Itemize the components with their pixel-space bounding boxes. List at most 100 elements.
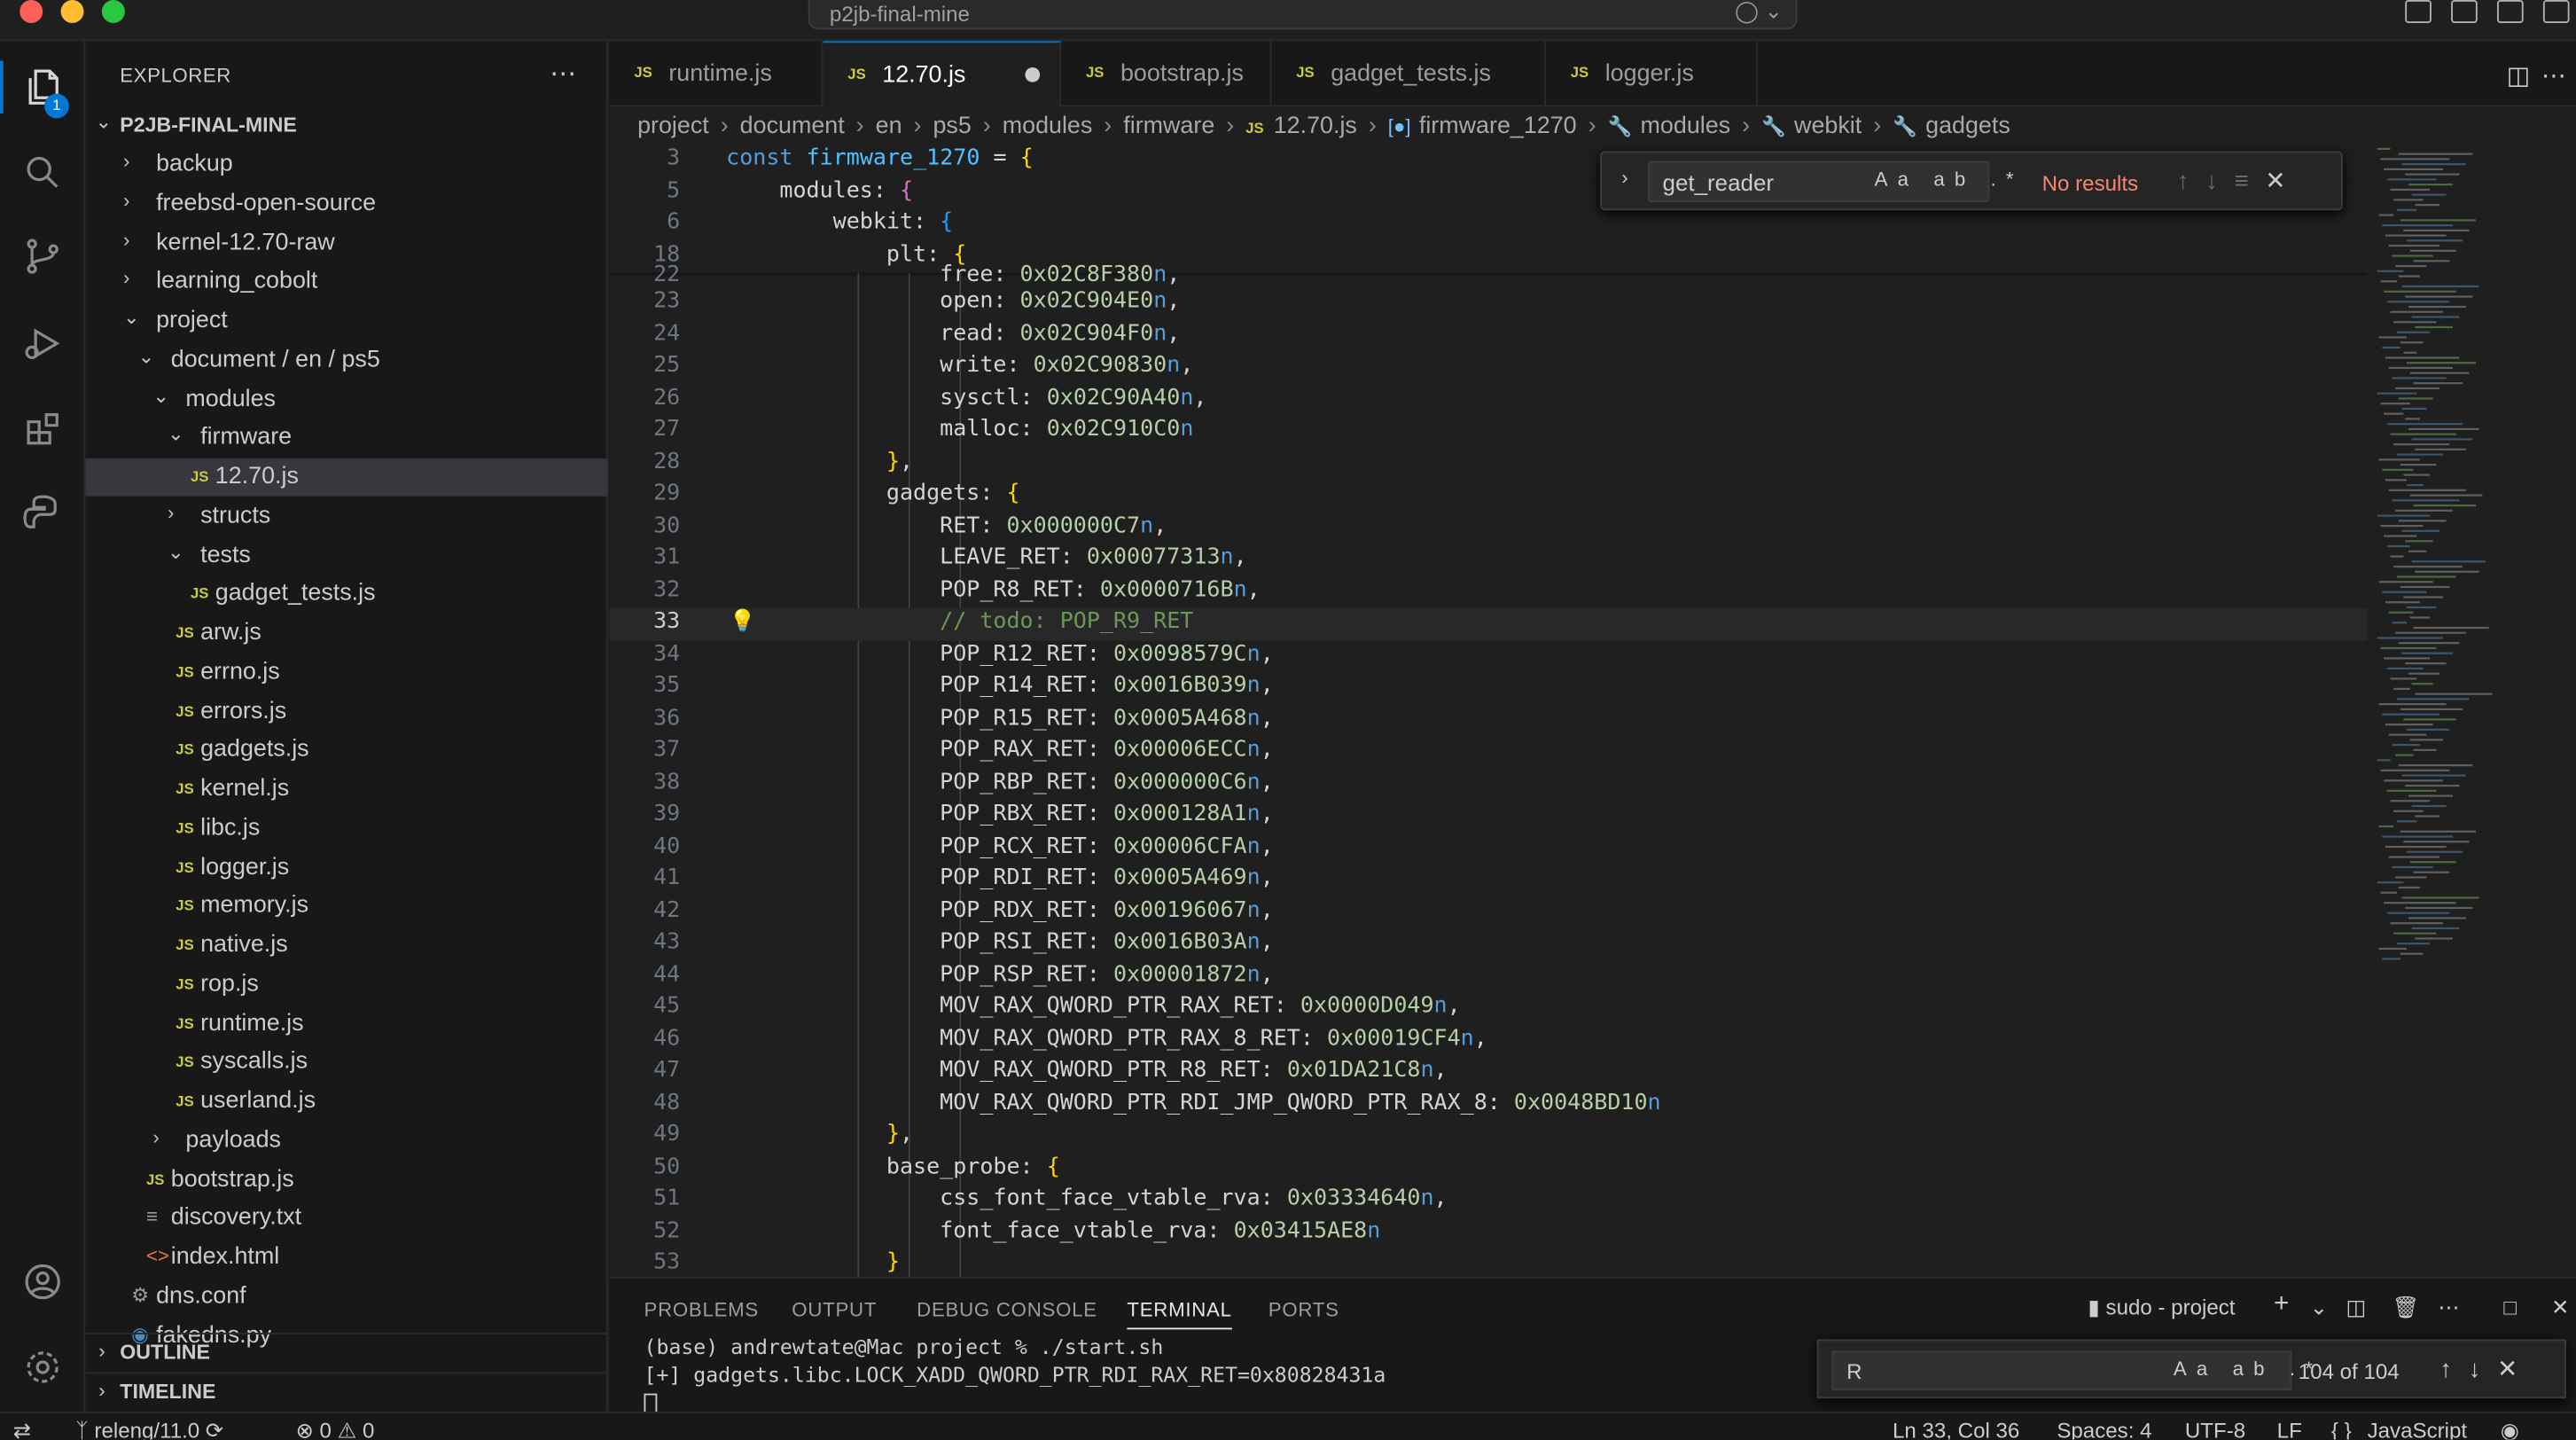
branch-indicator[interactable]: ᛉ releng/11.0 ⟳ [75,1418,223,1439]
file-item[interactable]: JS libc.js [85,810,607,848]
code-line[interactable]: 47 MOV_RAX_QWORD_PTR_R8_RET: 0x01DA21C8n… [610,1057,2368,1089]
file-item[interactable]: JS logger.js [85,849,607,887]
copilot-icon[interactable]: ◉ [2501,1418,2519,1439]
code-line[interactable]: 35 POP_R14_RET: 0x0016B039n, [610,672,2368,704]
minimap[interactable] [2367,145,2576,1278]
panel-tab-problems[interactable]: PROBLEMS [644,1298,759,1321]
breadcrumb-item[interactable]: en [876,113,902,140]
file-item[interactable]: JS gadgets.js [85,732,607,770]
file-item[interactable]: JS bootstrap.js [85,1161,607,1199]
toggle-panel-icon[interactable] [2497,0,2524,23]
file-item[interactable]: JS userland.js [85,1083,607,1121]
file-item[interactable]: JS arw.js [85,614,607,653]
previous-match-icon[interactable]: ↑ [2177,168,2205,196]
folder-item[interactable]: ⌄ project [85,302,607,340]
run-debug-activity-button[interactable] [0,304,85,383]
code-line[interactable]: 29 gadgets: { [610,480,2368,512]
file-item[interactable]: ≡ discovery.txt [85,1200,607,1238]
zoom-window-button[interactable] [101,0,125,23]
code-line[interactable]: 24 read: 0x02C904F0n, [610,319,2368,351]
new-terminal-icon[interactable]: + [2274,1290,2289,1319]
close-panel-icon[interactable]: ✕ [2551,1295,2569,1321]
close-window-button[interactable] [20,0,43,23]
indentation[interactable]: Spaces: 4 [2057,1418,2151,1439]
panel-tab-debug-console[interactable]: DEBUG CONSOLE [917,1298,1097,1321]
file-item[interactable]: JS runtime.js [85,1005,607,1043]
chevron-down-icon[interactable]: ⌄ [2310,1295,2328,1321]
tab-bootstrap-js[interactable]: JS bootstrap.js [1061,41,1272,107]
breadcrumb-item[interactable]: document [740,113,845,140]
python-activity-button[interactable] [0,473,85,552]
find-options[interactable]: Aa ab .* [1875,168,2024,191]
code-line[interactable]: 44 POP_RSP_RET: 0x00001872n, [610,960,2368,992]
breadcrumb-item[interactable]: 🔧 modules [1608,113,1731,140]
sticky-scroll-line[interactable]: 6 webkit: { [609,208,2368,241]
code-line[interactable]: 53 } [610,1249,2368,1278]
timeline-section[interactable]: › TIMELINE [85,1372,608,1412]
tab-12-70-js[interactable]: JS 12.70.js [823,41,1062,107]
source-control-activity-button[interactable] [0,217,85,296]
language-mode[interactable]: JavaScript [2368,1418,2468,1439]
toggle-primary-sidebar-icon[interactable] [2451,0,2478,23]
extensions-activity-button[interactable] [0,389,85,468]
trash-icon[interactable]: 🗑 [2392,1295,2419,1321]
code-line[interactable]: 27 malloc: 0x02C910C0n [610,416,2368,448]
cursor-position[interactable]: Ln 33, Col 36 [1893,1418,2019,1439]
maximize-panel-icon[interactable]: □ [2503,1295,2517,1319]
code-line[interactable]: 45 MOV_RAX_QWORD_PTR_RAX_RET: 0x0000D049… [610,992,2368,1024]
outline-section[interactable]: › OUTLINE [85,1333,608,1372]
code-line[interactable]: 36 POP_R15_RET: 0x0005A468n, [610,704,2368,736]
command-center[interactable]: p2jb-final-mine ◯ ⌄ [808,0,1798,30]
more-actions-icon[interactable]: ⋯ [550,58,576,90]
close-icon[interactable]: ✕ [2265,168,2302,196]
toggle-replace-icon[interactable]: › [1621,166,1628,189]
toggle-secondary-sidebar-icon[interactable] [2542,0,2570,23]
breadcrumb-item[interactable]: modules [1003,113,1093,140]
encoding[interactable]: UTF-8 [2185,1418,2245,1439]
tab-gadget_tests-js[interactable]: JS gadget_tests.js [1271,41,1546,107]
breadcrumb-item[interactable]: ps5 [933,113,971,140]
terminal-selector[interactable]: ▮ sudo - project [2088,1295,2236,1321]
problems-indicator[interactable]: ⊗ 0 ⚠ 0 [296,1418,375,1439]
tab-logger-js[interactable]: JS logger.js [1546,41,1759,107]
more-actions-icon[interactable]: ⋯ [2438,1295,2459,1321]
search-activity-button[interactable] [0,133,85,212]
breadcrumb-item[interactable]: project [637,113,709,140]
unsaved-dot-icon[interactable] [1025,67,1041,82]
code-line[interactable]: 40 POP_RCX_RET: 0x00006CFAn, [610,833,2368,865]
code-editor[interactable]: 3 const firmware_1270 = {5 modules: {6 we… [609,145,2576,1278]
lightbulb-icon[interactable]: 💡 [730,610,756,635]
folder-item[interactable]: ⌄ firmware [85,419,607,458]
file-item[interactable]: JS native.js [85,927,607,965]
code-line[interactable]: 37 POP_RAX_RET: 0x00006ECCn, [610,736,2368,768]
split-editor-icon[interactable]: ◫ [2507,61,2530,90]
code-line[interactable]: 30 RET: 0x000000C7n, [610,512,2368,544]
code-line[interactable]: 43 POP_RSI_RET: 0x0016B03An, [610,928,2368,960]
file-item[interactable]: <> index.html [85,1239,607,1277]
minimize-window-button[interactable] [60,0,84,23]
code-line[interactable]: 52 font_face_vtable_rva: 0x03415AE8n [610,1217,2368,1248]
accounts-activity-button[interactable] [0,1242,85,1321]
code-line[interactable]: 41 POP_RDI_RET: 0x0005A469n, [610,865,2368,896]
end-of-line[interactable]: LF [2277,1418,2302,1439]
folder-item[interactable]: ⌄ document / en / ps5 [85,341,607,380]
code-line[interactable]: 51 css_font_face_vtable_rva: 0x03334640n… [610,1185,2368,1217]
tab-runtime-js[interactable]: JS runtime.js [610,41,824,107]
breadcrumb-item[interactable]: JS 12.70.js [1245,113,1357,140]
folder-item[interactable]: › kernel-12.70-raw [85,224,607,262]
folder-item[interactable]: › freebsd-open-source [85,185,607,223]
code-line[interactable]: 39 POP_RBX_RET: 0x000128A1n, [610,801,2368,833]
file-item[interactable]: JS errors.js [85,693,607,731]
close-icon[interactable]: ✕ [2497,1356,2534,1384]
folder-item[interactable]: › structs [85,497,607,536]
folder-item[interactable]: ⌄ tests [85,536,607,575]
explorer-activity-button[interactable]: 1 [0,48,85,127]
file-item[interactable]: JS syscalls.js [85,1044,607,1082]
code-line[interactable]: 46 MOV_RAX_QWORD_PTR_RAX_8_RET: 0x00019C… [610,1025,2368,1057]
next-match-icon[interactable]: ↓ [2205,168,2234,196]
customize-layout-icon[interactable] [2405,0,2432,23]
code-line[interactable]: 34 POP_R12_RET: 0x0098579Cn, [610,640,2368,672]
code-line[interactable]: 42 POP_RDX_RET: 0x00196067n, [610,896,2368,928]
code-line[interactable]: 23 open: 0x02C904E0n, [610,287,2368,319]
copilot-chat-icon[interactable]: ◯ ⌄ [1735,0,1783,25]
